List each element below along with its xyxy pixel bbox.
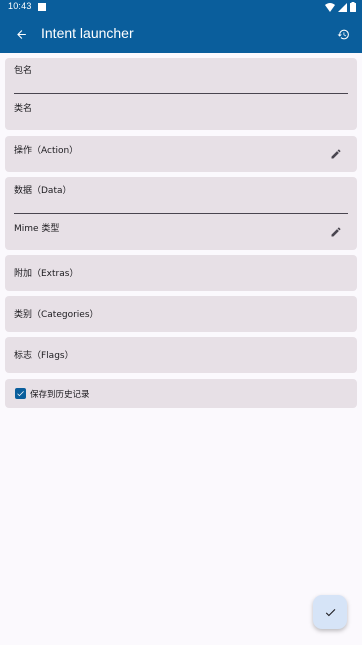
action-label: 操作（Action） — [14, 146, 79, 156]
class-label: 类名 — [14, 104, 33, 114]
mime-label: Mime 类型 — [14, 224, 60, 234]
history-button[interactable] — [332, 23, 354, 45]
data-label: 数据（Data） — [14, 186, 72, 196]
action-edit-button[interactable] — [328, 146, 344, 162]
package-label: 包名 — [14, 66, 33, 76]
component-card: 包名 类名 — [5, 58, 357, 130]
page-title: Intent launcher — [41, 25, 134, 41]
save-history-card: 保存到历史记录 — [5, 379, 357, 408]
app-bar: Intent launcher — [0, 14, 362, 53]
flags-card[interactable]: 标志（Flags） — [5, 337, 357, 373]
data-card: 数据（Data） Mime 类型 — [5, 177, 357, 250]
pencil-icon — [331, 149, 341, 159]
action-card[interactable]: 操作（Action） — [5, 136, 357, 172]
back-button[interactable] — [10, 23, 32, 45]
package-input[interactable] — [14, 93, 348, 94]
status-bar: 10:43 — [0, 0, 362, 14]
flags-label: 标志（Flags） — [14, 351, 74, 361]
mime-edit-button[interactable] — [328, 224, 344, 240]
categories-card[interactable]: 类别（Categories） — [5, 296, 357, 332]
status-icons — [325, 2, 356, 12]
launch-button[interactable] — [313, 595, 347, 629]
signal-icon — [338, 2, 347, 12]
save-history-checkbox[interactable] — [15, 388, 26, 399]
pencil-icon — [331, 227, 341, 237]
data-input[interactable] — [14, 213, 348, 214]
extras-label: 附加（Extras） — [14, 269, 79, 279]
battery-icon — [350, 2, 356, 12]
extras-card[interactable]: 附加（Extras） — [5, 255, 357, 291]
notification-icon — [38, 3, 46, 11]
categories-label: 类别（Categories） — [14, 310, 99, 320]
arrow-left-icon — [16, 29, 26, 39]
check-icon — [325, 608, 335, 616]
status-time: 10:43 — [8, 1, 32, 11]
check-icon — [17, 391, 24, 397]
history-icon — [337, 29, 349, 39]
save-history-label: 保存到历史记录 — [30, 390, 90, 400]
wifi-icon — [325, 2, 335, 12]
